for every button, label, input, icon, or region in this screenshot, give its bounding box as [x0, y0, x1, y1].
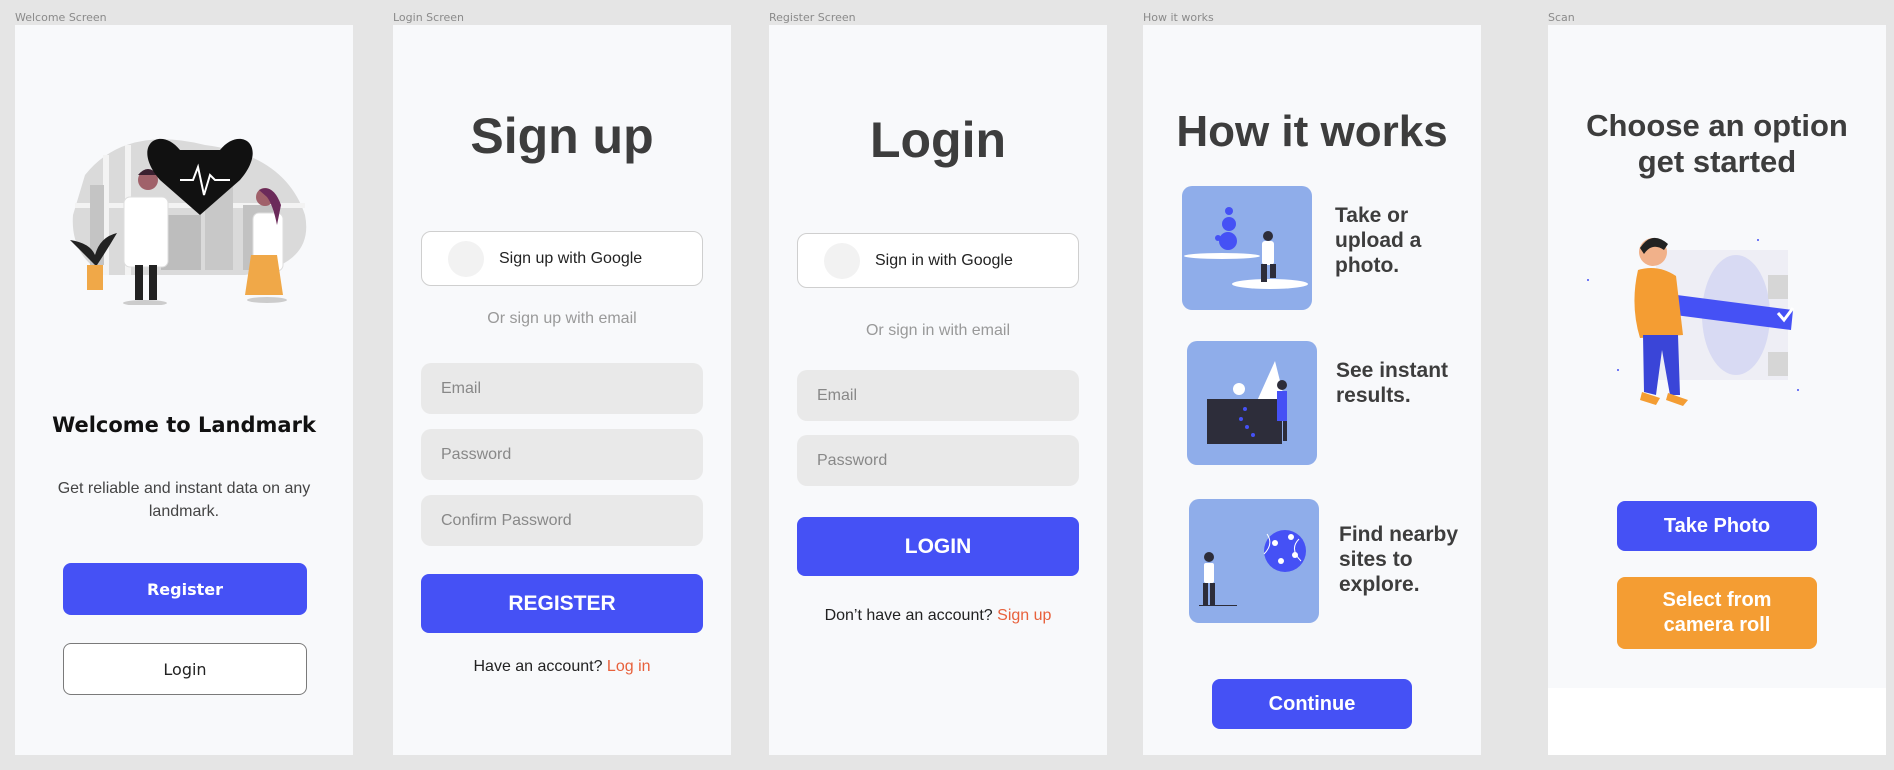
frame-label-welcome: Welcome Screen — [15, 11, 107, 24]
how-it-works-screen: How it works Take or upload a photo. See… — [1143, 25, 1481, 755]
frame-label-login-screen: Login Screen — [393, 11, 464, 24]
page-title: Choose an option get started — [1548, 108, 1886, 180]
login-link[interactable]: Log in — [607, 658, 651, 675]
google-signin-button[interactable]: Sign in with Google — [797, 233, 1079, 288]
step-3-text: Find nearby sites to explore. — [1339, 523, 1459, 596]
continue-button[interactable]: Continue — [1212, 679, 1412, 729]
camera-roll-button[interactable]: Select from camera roll — [1617, 577, 1817, 649]
step-explore-illustration — [1189, 499, 1319, 623]
frame-label-register-screen: Register Screen — [769, 11, 856, 24]
step-photo-illustration — [1182, 186, 1312, 310]
signup-footer: Don’t have an account? Sign up — [769, 607, 1107, 625]
page-title: Login — [869, 112, 1007, 168]
email-field[interactable] — [421, 363, 703, 414]
email-field[interactable] — [797, 370, 1079, 421]
register-submit-button[interactable]: REGISTER — [421, 574, 703, 633]
login-footer: Have an account? Log in — [393, 658, 731, 676]
password-field[interactable] — [797, 435, 1079, 486]
login-button[interactable]: Login — [63, 643, 307, 695]
step-2-text: See instant results. — [1336, 359, 1449, 407]
signup-screen: Sign up Sign up with Google Or sign up w… — [393, 25, 731, 755]
divider-text: Or sign up with email — [487, 310, 637, 327]
page-title: Sign up — [470, 108, 654, 164]
google-signin-label: Sign in with Google — [875, 251, 1013, 269]
footer-text: Don’t have an account? — [824, 607, 993, 624]
signup-link[interactable]: Sign up — [997, 607, 1051, 624]
welcome-screen: Welcome to Landmark Get reliable and ins… — [15, 25, 353, 755]
title-line-1: Choose an option — [1586, 108, 1848, 143]
step-1-text: Take or upload a photo. — [1335, 204, 1422, 277]
login-screen: Login Sign in with Google Or sign in wit… — [769, 25, 1107, 755]
page-title: How it works — [1176, 107, 1448, 156]
register-button[interactable]: Register — [63, 563, 307, 615]
google-signup-label: Sign up with Google — [499, 249, 643, 267]
take-photo-button[interactable]: Take Photo — [1617, 501, 1817, 551]
google-icon — [824, 242, 860, 279]
title-line-2: get started — [1637, 144, 1797, 179]
confirm-password-field[interactable] — [421, 495, 703, 546]
footer-text: Have an account? — [473, 658, 603, 675]
welcome-description: Get reliable and instant data on any lan… — [57, 480, 311, 520]
frame-label-scan: Scan — [1548, 11, 1575, 24]
step-results-illustration — [1187, 341, 1317, 465]
scan-illustration — [1587, 237, 1799, 406]
login-submit-button[interactable]: LOGIN — [797, 517, 1079, 576]
google-signup-button[interactable]: Sign up with Google — [421, 231, 703, 286]
password-field[interactable] — [421, 429, 703, 480]
frame-label-how: How it works — [1143, 11, 1214, 24]
scan-screen: Choose an option get started Take Photo … — [1548, 25, 1886, 755]
welcome-illustration — [70, 138, 307, 305]
divider-text: Or sign in with email — [865, 322, 1011, 339]
google-icon — [448, 240, 484, 277]
welcome-title: Welcome to Landmark — [52, 413, 316, 437]
